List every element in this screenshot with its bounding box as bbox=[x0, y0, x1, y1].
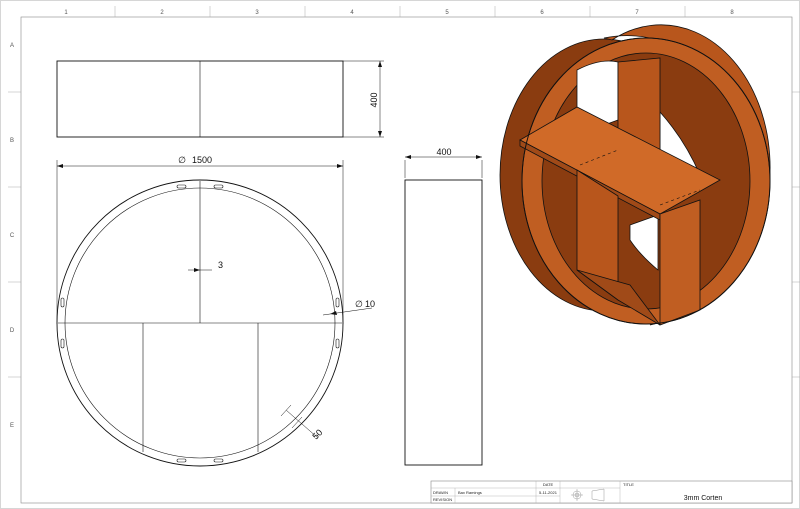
diameter-dimension-label: 1500 bbox=[192, 155, 212, 165]
diameter-symbol: ∅ bbox=[178, 155, 186, 165]
depth-dimension-label: 400 bbox=[436, 147, 451, 157]
hole-diameter-symbol: ∅ bbox=[355, 299, 363, 309]
zone-row-e: E bbox=[10, 423, 14, 429]
zone-row-a: A bbox=[10, 43, 14, 49]
revision-label: REVISION bbox=[433, 497, 452, 502]
zone-row-b: B bbox=[10, 138, 14, 144]
drawn-label: DRAWN bbox=[433, 490, 448, 495]
title-header: TITLE bbox=[623, 482, 634, 487]
hole-dimension-label: 10 bbox=[365, 299, 375, 309]
drawing-sheet: 1 2 3 4 5 6 7 8 A B C D E 400 ∅ 1500 3 ∅… bbox=[0, 0, 800, 509]
drawn-by-value: Bax Ramings bbox=[458, 490, 482, 495]
title-block: DATE DRAWN Bax Ramings 5-11-2021 REVISIO… bbox=[430, 480, 793, 504]
height-dimension-label: 400 bbox=[369, 92, 379, 107]
thickness-dimension-label: 3 bbox=[218, 260, 223, 270]
date-header: DATE bbox=[543, 482, 554, 487]
zone-row-c: C bbox=[10, 233, 15, 239]
date-value: 5-11-2021 bbox=[539, 490, 558, 495]
drawing-title: 3mm Corten bbox=[684, 495, 723, 502]
isometric-view bbox=[499, 24, 771, 326]
zone-row-d: D bbox=[10, 328, 15, 334]
